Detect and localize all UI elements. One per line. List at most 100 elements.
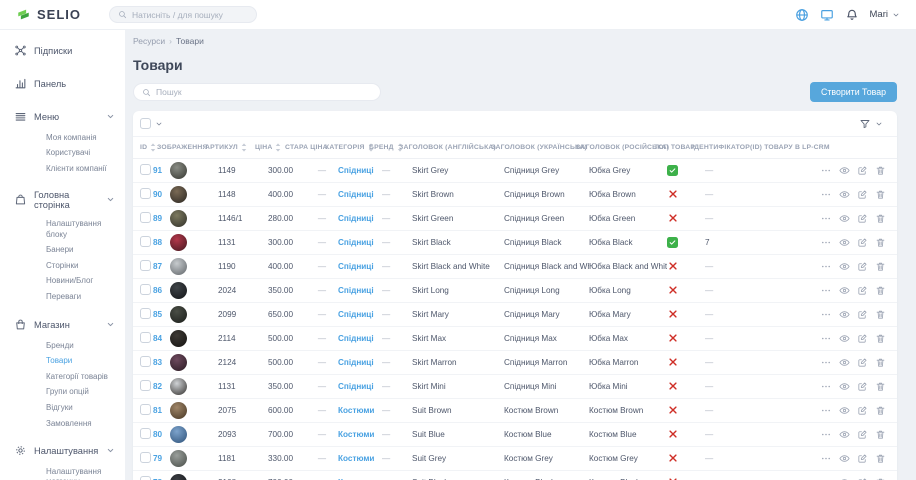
row-checkbox[interactable]: [140, 380, 151, 391]
product-image[interactable]: [170, 474, 187, 480]
row-id-link[interactable]: 90: [153, 190, 162, 199]
edit-icon[interactable]: [857, 237, 868, 248]
edit-icon[interactable]: [857, 309, 868, 320]
column-header-brand[interactable]: БРЕНД: [369, 143, 399, 152]
sidebar-subitem[interactable]: Категорії товарів: [0, 369, 125, 385]
delete-icon[interactable]: [875, 405, 886, 416]
more-actions-icon[interactable]: [820, 213, 832, 224]
delete-icon[interactable]: [875, 333, 886, 344]
row-checkbox[interactable]: [140, 188, 151, 199]
more-actions-icon[interactable]: [820, 285, 832, 296]
more-actions-icon[interactable]: [820, 309, 832, 320]
row-checkbox[interactable]: [140, 404, 151, 415]
more-actions-icon[interactable]: [820, 237, 832, 248]
row-id-link[interactable]: 86: [153, 286, 162, 295]
row-id-link[interactable]: 89: [153, 214, 162, 223]
edit-icon[interactable]: [857, 189, 868, 200]
sidebar-item-home-page[interactable]: Головна сторінка: [0, 184, 125, 216]
row-id-link[interactable]: 79: [153, 454, 162, 463]
view-icon[interactable]: [839, 261, 850, 272]
notifications-bell-icon[interactable]: [845, 8, 859, 22]
row-checkbox[interactable]: [140, 332, 151, 343]
row-checkbox[interactable]: [140, 356, 151, 367]
row-id-link[interactable]: 83: [153, 358, 162, 367]
edit-icon[interactable]: [857, 381, 868, 392]
product-image[interactable]: [170, 186, 187, 203]
edit-icon[interactable]: [857, 165, 868, 176]
sidebar-subitem[interactable]: Сторінки: [0, 258, 125, 274]
more-actions-icon[interactable]: [820, 381, 832, 392]
delete-icon[interactable]: [875, 285, 886, 296]
global-search-input[interactable]: [132, 10, 248, 20]
product-image[interactable]: [170, 162, 187, 179]
edit-icon[interactable]: [857, 261, 868, 272]
sidebar-subitem[interactable]: Новини/Блог: [0, 274, 125, 290]
delete-icon[interactable]: [875, 165, 886, 176]
sidebar-subitem[interactable]: Банери: [0, 243, 125, 259]
sort-icon[interactable]: [241, 143, 247, 152]
sidebar-item-shop[interactable]: Магазин: [0, 312, 125, 337]
row-checkbox[interactable]: [140, 308, 151, 319]
product-image[interactable]: [170, 306, 187, 323]
product-image[interactable]: [170, 426, 187, 443]
row-id-link[interactable]: 82: [153, 382, 162, 391]
view-icon[interactable]: [839, 165, 850, 176]
sidebar-subitem[interactable]: Налаштування магазину: [0, 464, 125, 480]
column-header-art[interactable]: АРТИКУЛ: [205, 143, 255, 152]
product-image[interactable]: [170, 210, 187, 227]
column-header-cat[interactable]: КАТЕГОРІЯ: [325, 143, 369, 152]
create-product-button[interactable]: Створити Товар: [810, 82, 897, 102]
delete-icon[interactable]: [875, 261, 886, 272]
category-link[interactable]: Спідниці: [338, 190, 374, 199]
table-search-input[interactable]: [156, 87, 372, 97]
sidebar-subitem[interactable]: Налаштування блоку: [0, 217, 125, 243]
user-menu[interactable]: Mari: [870, 9, 900, 20]
view-icon[interactable]: [839, 453, 850, 464]
more-actions-icon[interactable]: [820, 189, 832, 200]
product-image[interactable]: [170, 450, 187, 467]
category-link[interactable]: Спідниці: [338, 214, 374, 223]
view-icon[interactable]: [839, 429, 850, 440]
view-icon[interactable]: [839, 237, 850, 248]
category-link[interactable]: Спідниці: [338, 238, 374, 247]
breadcrumb-resources[interactable]: Ресурси: [133, 36, 165, 46]
row-checkbox[interactable]: [140, 260, 151, 271]
sidebar-subitem[interactable]: Відгуки: [0, 400, 125, 416]
delete-icon[interactable]: [875, 357, 886, 368]
more-actions-icon[interactable]: [820, 405, 832, 416]
column-header-id[interactable]: ID: [140, 143, 157, 152]
sidebar-subitem[interactable]: Користувачі: [0, 146, 125, 162]
more-actions-icon[interactable]: [820, 357, 832, 368]
row-id-link[interactable]: 88: [153, 238, 162, 247]
category-link[interactable]: Спідниці: [338, 310, 374, 319]
product-image[interactable]: [170, 330, 187, 347]
row-checkbox[interactable]: [140, 452, 151, 463]
select-all-checkbox[interactable]: [140, 118, 151, 129]
more-actions-icon[interactable]: [820, 453, 832, 464]
column-header-price[interactable]: ЦІНА: [255, 143, 285, 152]
view-icon[interactable]: [839, 357, 850, 368]
delete-icon[interactable]: [875, 429, 886, 440]
category-link[interactable]: Спідниці: [338, 166, 374, 175]
category-link[interactable]: Спідниці: [338, 358, 374, 367]
edit-icon[interactable]: [857, 405, 868, 416]
view-icon[interactable]: [839, 309, 850, 320]
row-id-link[interactable]: 91: [153, 166, 162, 175]
category-link[interactable]: Костюми: [338, 406, 374, 415]
view-icon[interactable]: [839, 333, 850, 344]
row-checkbox[interactable]: [140, 236, 151, 247]
row-checkbox[interactable]: [140, 476, 151, 480]
view-icon[interactable]: [839, 213, 850, 224]
view-icon[interactable]: [839, 189, 850, 200]
row-checkbox[interactable]: [140, 428, 151, 439]
product-image[interactable]: [170, 258, 187, 275]
product-image[interactable]: [170, 378, 187, 395]
more-actions-icon[interactable]: [820, 333, 832, 344]
edit-icon[interactable]: [857, 429, 868, 440]
delete-icon[interactable]: [875, 309, 886, 320]
product-image[interactable]: [170, 402, 187, 419]
delete-icon[interactable]: [875, 237, 886, 248]
global-search[interactable]: [109, 6, 257, 23]
delete-icon[interactable]: [875, 381, 886, 392]
sidebar-subitem[interactable]: Клієнти компанії: [0, 161, 125, 177]
